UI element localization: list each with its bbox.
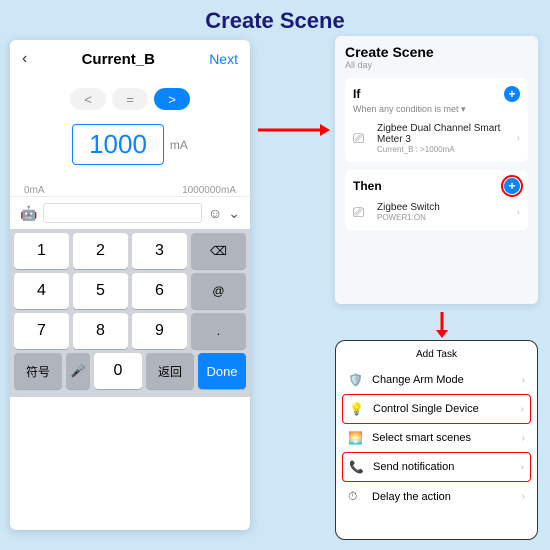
value-unit: mA bbox=[170, 138, 188, 152]
scene-subtitle: All day bbox=[345, 60, 528, 70]
chevron-right-icon: › bbox=[521, 404, 524, 415]
header: ‹ Current_B Next bbox=[10, 40, 250, 78]
key-mic[interactable]: 🎤 bbox=[66, 353, 90, 389]
phone-left: ‹ Current_B Next < = > 1000 mA 0mA 10000… bbox=[10, 40, 250, 530]
task-row-0[interactable]: 🛡️ Change Arm Mode › bbox=[342, 366, 531, 394]
key-4[interactable]: 4 bbox=[14, 273, 69, 309]
then-item[interactable]: ⎚ Zigbee Switch POWER1:ON › bbox=[353, 202, 520, 222]
task-row-1[interactable]: 💡 Control Single Device › bbox=[342, 394, 531, 424]
input-bar: 🤖 ☺ ⌄ bbox=[10, 196, 250, 229]
if-label: If bbox=[353, 87, 360, 101]
scene-panel: Create Scene All day If + When any condi… bbox=[335, 36, 538, 304]
device-icon: ⎚ bbox=[353, 204, 371, 221]
task-label: Change Arm Mode bbox=[372, 374, 514, 386]
chevron-right-icon: › bbox=[522, 433, 525, 444]
task-icon: ⏱ bbox=[348, 489, 364, 504]
chevron-right-icon: › bbox=[517, 133, 520, 144]
key-dot[interactable]: . bbox=[191, 313, 246, 349]
task-icon: 💡 bbox=[349, 402, 365, 416]
then-label: Then bbox=[353, 179, 382, 193]
key-0[interactable]: 0 bbox=[94, 353, 142, 389]
text-input[interactable] bbox=[43, 203, 202, 223]
range-max: 1000000mA bbox=[182, 185, 236, 196]
key-return[interactable]: 返回 bbox=[146, 353, 194, 389]
key-2[interactable]: 2 bbox=[73, 233, 128, 269]
screen-title: Current_B bbox=[82, 51, 155, 68]
key-5[interactable]: 5 bbox=[73, 273, 128, 309]
chevron-right-icon: › bbox=[522, 491, 525, 502]
value-input[interactable]: 1000 bbox=[72, 124, 164, 165]
if-condition-mode[interactable]: When any condition is met ▾ bbox=[353, 104, 520, 115]
key-symbols[interactable]: 符号 bbox=[14, 353, 62, 389]
back-button[interactable]: ‹ bbox=[22, 50, 27, 68]
range-min: 0mA bbox=[24, 185, 45, 196]
operator-group: < = > bbox=[10, 88, 250, 110]
chevron-down-icon[interactable]: ⌄ bbox=[228, 205, 240, 222]
task-icon: 📞 bbox=[349, 460, 365, 474]
key-1[interactable]: 1 bbox=[14, 233, 69, 269]
task-label: Control Single Device bbox=[373, 403, 513, 415]
key-7[interactable]: 7 bbox=[14, 313, 69, 349]
then-item-name: Zigbee Switch bbox=[377, 202, 511, 213]
task-title: Add Task bbox=[342, 349, 531, 360]
keyboard: 1 2 3 ⌫ 4 5 6 @ 7 8 9 . 符号 🎤 0 返回 Done bbox=[10, 229, 250, 397]
task-row-4[interactable]: ⏱ Delay the action › bbox=[342, 482, 531, 511]
device-icon: ⎚ bbox=[353, 130, 371, 147]
key-3[interactable]: 3 bbox=[132, 233, 187, 269]
robot-icon[interactable]: 🤖 bbox=[20, 205, 37, 222]
next-button[interactable]: Next bbox=[209, 51, 238, 67]
emoji-icon[interactable]: ☺ bbox=[208, 205, 222, 221]
value-row: 1000 mA bbox=[10, 124, 250, 165]
scene-heading: Create Scene bbox=[345, 44, 528, 60]
chevron-right-icon: › bbox=[522, 375, 525, 386]
task-row-2[interactable]: 🌅 Select smart scenes › bbox=[342, 424, 531, 452]
task-icon: 🛡️ bbox=[348, 373, 364, 387]
arrow-right-icon bbox=[258, 120, 330, 140]
if-item-sub: Current_B : >1000mA bbox=[377, 145, 511, 154]
then-add-button[interactable]: + bbox=[504, 178, 520, 194]
task-label: Send notification bbox=[373, 461, 513, 473]
key-9[interactable]: 9 bbox=[132, 313, 187, 349]
task-row-3[interactable]: 📞 Send notification › bbox=[342, 452, 531, 482]
if-add-button[interactable]: + bbox=[504, 86, 520, 102]
if-item-name: Zigbee Dual Channel Smart Meter 3 bbox=[377, 123, 511, 145]
op-equal[interactable]: = bbox=[112, 88, 148, 110]
then-card: Then + ⎚ Zigbee Switch POWER1:ON › bbox=[345, 170, 528, 230]
task-icon: 🌅 bbox=[348, 431, 364, 445]
range-labels: 0mA 1000000mA bbox=[10, 185, 250, 196]
chevron-right-icon: › bbox=[517, 207, 520, 218]
arrow-down-icon bbox=[432, 312, 452, 338]
key-at[interactable]: @ bbox=[191, 273, 246, 309]
key-8[interactable]: 8 bbox=[73, 313, 128, 349]
then-item-sub: POWER1:ON bbox=[377, 213, 511, 222]
task-label: Delay the action bbox=[372, 491, 514, 503]
op-less-than[interactable]: < bbox=[70, 88, 106, 110]
task-panel: Add Task 🛡️ Change Arm Mode › 💡 Control Sing… bbox=[335, 340, 538, 540]
key-done[interactable]: Done bbox=[198, 353, 246, 389]
task-label: Select smart scenes bbox=[372, 432, 514, 444]
key-backspace[interactable]: ⌫ bbox=[191, 233, 246, 269]
op-greater-than[interactable]: > bbox=[154, 88, 190, 110]
if-item[interactable]: ⎚ Zigbee Dual Channel Smart Meter 3 Curr… bbox=[353, 123, 520, 154]
chevron-right-icon: › bbox=[521, 462, 524, 473]
key-6[interactable]: 6 bbox=[132, 273, 187, 309]
if-card: If + When any condition is met ▾ ⎚ Zigbe… bbox=[345, 78, 528, 162]
